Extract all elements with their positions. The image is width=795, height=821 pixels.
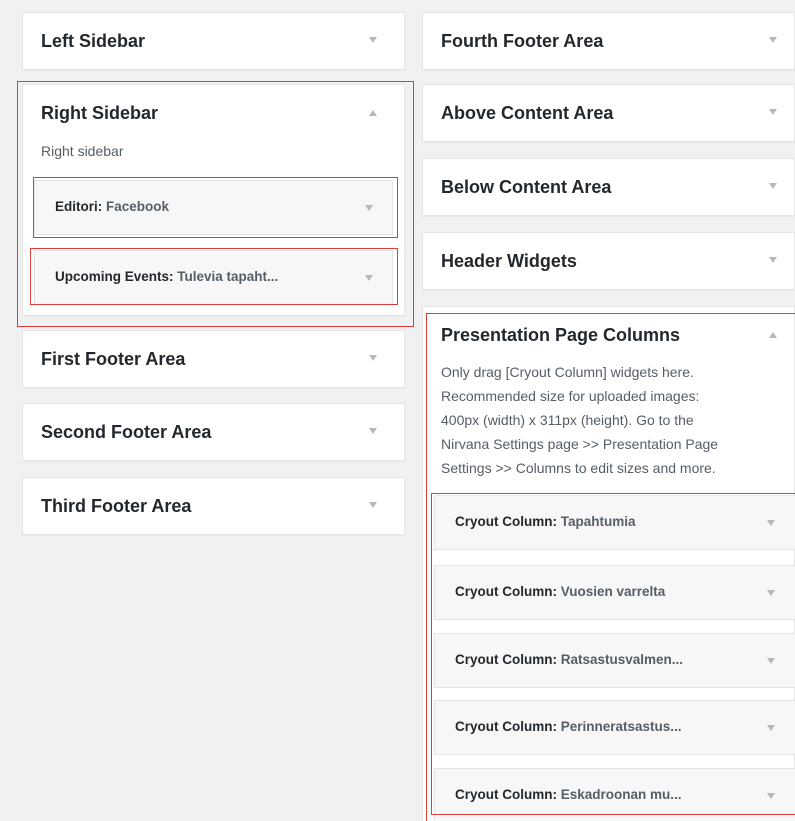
description-line: Nirvana Settings page >> Presentation Pa… — [441, 436, 719, 452]
widget-title: Cryout Column: Ratsastusvalmen... — [455, 652, 684, 667]
description-line: Settings >> Columns to edit sizes and mo… — [441, 460, 716, 476]
above-content-area[interactable]: Above Content Area — [422, 84, 795, 142]
widget-title: Cryout Column: Eskadroonan mu... — [455, 787, 682, 802]
chevron-down-icon[interactable] — [769, 183, 777, 189]
area-title: First Footer Area — [41, 349, 186, 369]
widget-title: Cryout Column: Perinneratsastus... — [455, 719, 682, 734]
chevron-down-icon[interactable] — [767, 590, 775, 596]
widget-name: Cryout Column — [455, 652, 553, 667]
widget-name: Cryout Column — [455, 787, 553, 802]
widget-instance: Tulevia tapaht... — [177, 269, 279, 284]
widget-editori[interactable]: Editori: Facebook — [34, 180, 393, 235]
first-footer-area[interactable]: First Footer Area — [22, 330, 405, 388]
widget-name: Cryout Column — [455, 719, 553, 734]
widget-title: Cryout Column: Vuosien varrelta — [455, 584, 666, 599]
widget-instance: Eskadroonan mu... — [560, 787, 682, 802]
area-title: Presentation Page Columns — [441, 325, 681, 345]
chevron-down-icon[interactable] — [767, 658, 775, 664]
widget-name: Cryout Column — [455, 514, 553, 529]
chevron-down-icon[interactable] — [369, 428, 377, 434]
header-widgets-area[interactable]: Header Widgets — [422, 232, 795, 290]
chevron-down-icon[interactable] — [767, 725, 775, 731]
widget-cryout-column[interactable]: Cryout Column: Ratsastusvalmen... — [434, 633, 795, 688]
widget-instance: Vuosien varrelta — [560, 584, 666, 599]
description-line: Recommended size for uploaded images: — [441, 388, 700, 404]
chevron-down-icon[interactable] — [365, 205, 373, 211]
chevron-down-icon[interactable] — [769, 109, 777, 115]
chevron-down-icon[interactable] — [769, 257, 777, 263]
presentation-page-columns-area[interactable]: Presentation Page Columns Only drag [Cry… — [422, 306, 795, 821]
chevron-down-icon[interactable] — [767, 793, 775, 799]
chevron-down-icon[interactable] — [769, 37, 777, 43]
chevron-down-icon[interactable] — [365, 275, 373, 281]
fourth-footer-area[interactable]: Fourth Footer Area — [422, 12, 795, 70]
widget-name: Upcoming Events — [55, 269, 170, 284]
chevron-down-icon[interactable] — [369, 502, 377, 508]
area-title: Right Sidebar — [41, 103, 159, 123]
widget-title: Upcoming Events: Tulevia tapaht... — [55, 269, 279, 284]
area-title: Above Content Area — [441, 103, 614, 123]
chevron-down-icon[interactable] — [767, 520, 775, 526]
below-content-area[interactable]: Below Content Area — [422, 158, 795, 216]
second-footer-area[interactable]: Second Footer Area — [22, 403, 405, 461]
right-sidebar-area[interactable]: Right Sidebar Right sidebar Editori: Fac… — [22, 84, 405, 316]
area-title: Third Footer Area — [41, 496, 192, 516]
widget-cryout-column[interactable]: Cryout Column: Tapahtumia — [434, 495, 795, 550]
widget-instance: Perinneratsastus... — [560, 719, 682, 734]
widget-upcoming-events[interactable]: Upcoming Events: Tulevia tapaht... — [34, 250, 393, 305]
widget-title: Cryout Column: Tapahtumia — [455, 514, 636, 529]
chevron-down-icon[interactable] — [369, 355, 377, 361]
widget-instance: Facebook — [106, 199, 170, 214]
left-sidebar-area[interactable]: Left Sidebar — [22, 12, 405, 70]
description-line: Only drag [Cryout Column] widgets here. — [441, 364, 694, 380]
widget-name: Cryout Column — [455, 584, 553, 599]
area-title: Header Widgets — [441, 251, 577, 271]
widget-title: Editori: Facebook — [55, 199, 170, 214]
area-title: Second Footer Area — [41, 422, 212, 442]
area-description: Only drag [Cryout Column] widgets here. … — [441, 360, 718, 480]
widget-instance: Ratsastusvalmen... — [560, 652, 684, 667]
chevron-down-icon[interactable] — [369, 37, 377, 43]
area-title: Fourth Footer Area — [441, 31, 604, 51]
description-line: 400px (width) x 311px (height). Go to th… — [441, 412, 694, 428]
widget-cryout-column[interactable]: Cryout Column: Eskadroonan mu... — [434, 768, 795, 821]
chevron-up-icon[interactable] — [769, 332, 777, 338]
widget-name: Editori — [55, 199, 98, 214]
widget-cryout-column[interactable]: Cryout Column: Perinneratsastus... — [434, 700, 795, 755]
area-description: Right sidebar — [41, 143, 124, 159]
area-title: Below Content Area — [441, 177, 612, 197]
widget-instance: Tapahtumia — [560, 514, 636, 529]
area-title: Left Sidebar — [41, 31, 146, 51]
chevron-up-icon[interactable] — [369, 110, 377, 116]
widget-cryout-column[interactable]: Cryout Column: Vuosien varrelta — [434, 565, 795, 620]
third-footer-area[interactable]: Third Footer Area — [22, 477, 405, 535]
